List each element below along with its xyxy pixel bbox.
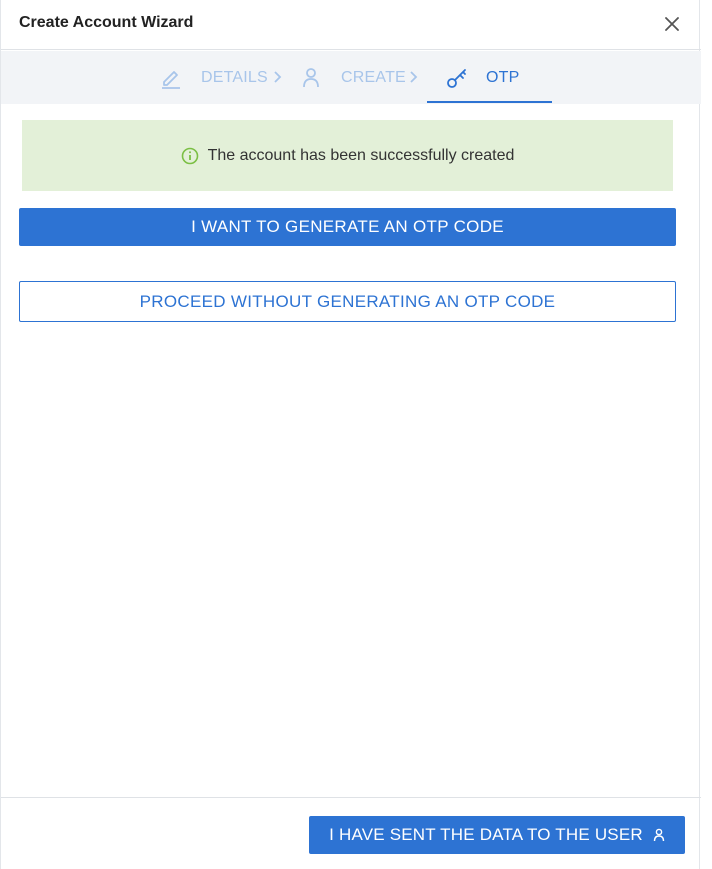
dialog-header: Create Account Wizard [1, 0, 701, 50]
close-icon [665, 17, 679, 31]
step-details[interactable]: DETAILS [161, 51, 268, 104]
step-create-label: CREATE [341, 68, 406, 86]
chevron-right-icon [410, 71, 418, 83]
data-sent-button[interactable]: I HAVE SENT THE DATA TO THE USER [309, 816, 685, 854]
key-icon [447, 68, 466, 88]
info-circle-icon [181, 147, 198, 164]
step-otp-label: OTP [486, 68, 520, 86]
proceed-without-otp-button[interactable]: PROCEED WITHOUT GENERATING AN OTP CODE [19, 281, 676, 322]
alert-message: The account has been successfully create… [207, 146, 515, 164]
user-icon [303, 67, 319, 87]
step-create[interactable]: CREATE [302, 51, 406, 104]
close-button[interactable] [661, 13, 683, 35]
step-otp[interactable]: OTP [446, 51, 520, 104]
generate-otp-button[interactable]: I WANT TO GENERATE AN OTP CODE [19, 208, 676, 246]
wizard-stepper: DETAILS CREATE OTP [1, 51, 701, 104]
step-details-label: DETAILS [201, 68, 268, 86]
dialog-title: Create Account Wizard [19, 14, 194, 31]
chevron-right-icon [274, 71, 282, 83]
active-step-indicator [427, 101, 552, 103]
success-alert: The account has been successfully create… [22, 120, 673, 191]
user-icon [653, 828, 665, 842]
dialog-footer: I HAVE SENT THE DATA TO THE USER [1, 797, 701, 869]
data-sent-label: I HAVE SENT THE DATA TO THE USER [329, 825, 643, 844]
pencil-icon [162, 70, 180, 89]
create-account-dialog: Create Account Wizard DETAILS CREATE OTP… [0, 0, 701, 869]
